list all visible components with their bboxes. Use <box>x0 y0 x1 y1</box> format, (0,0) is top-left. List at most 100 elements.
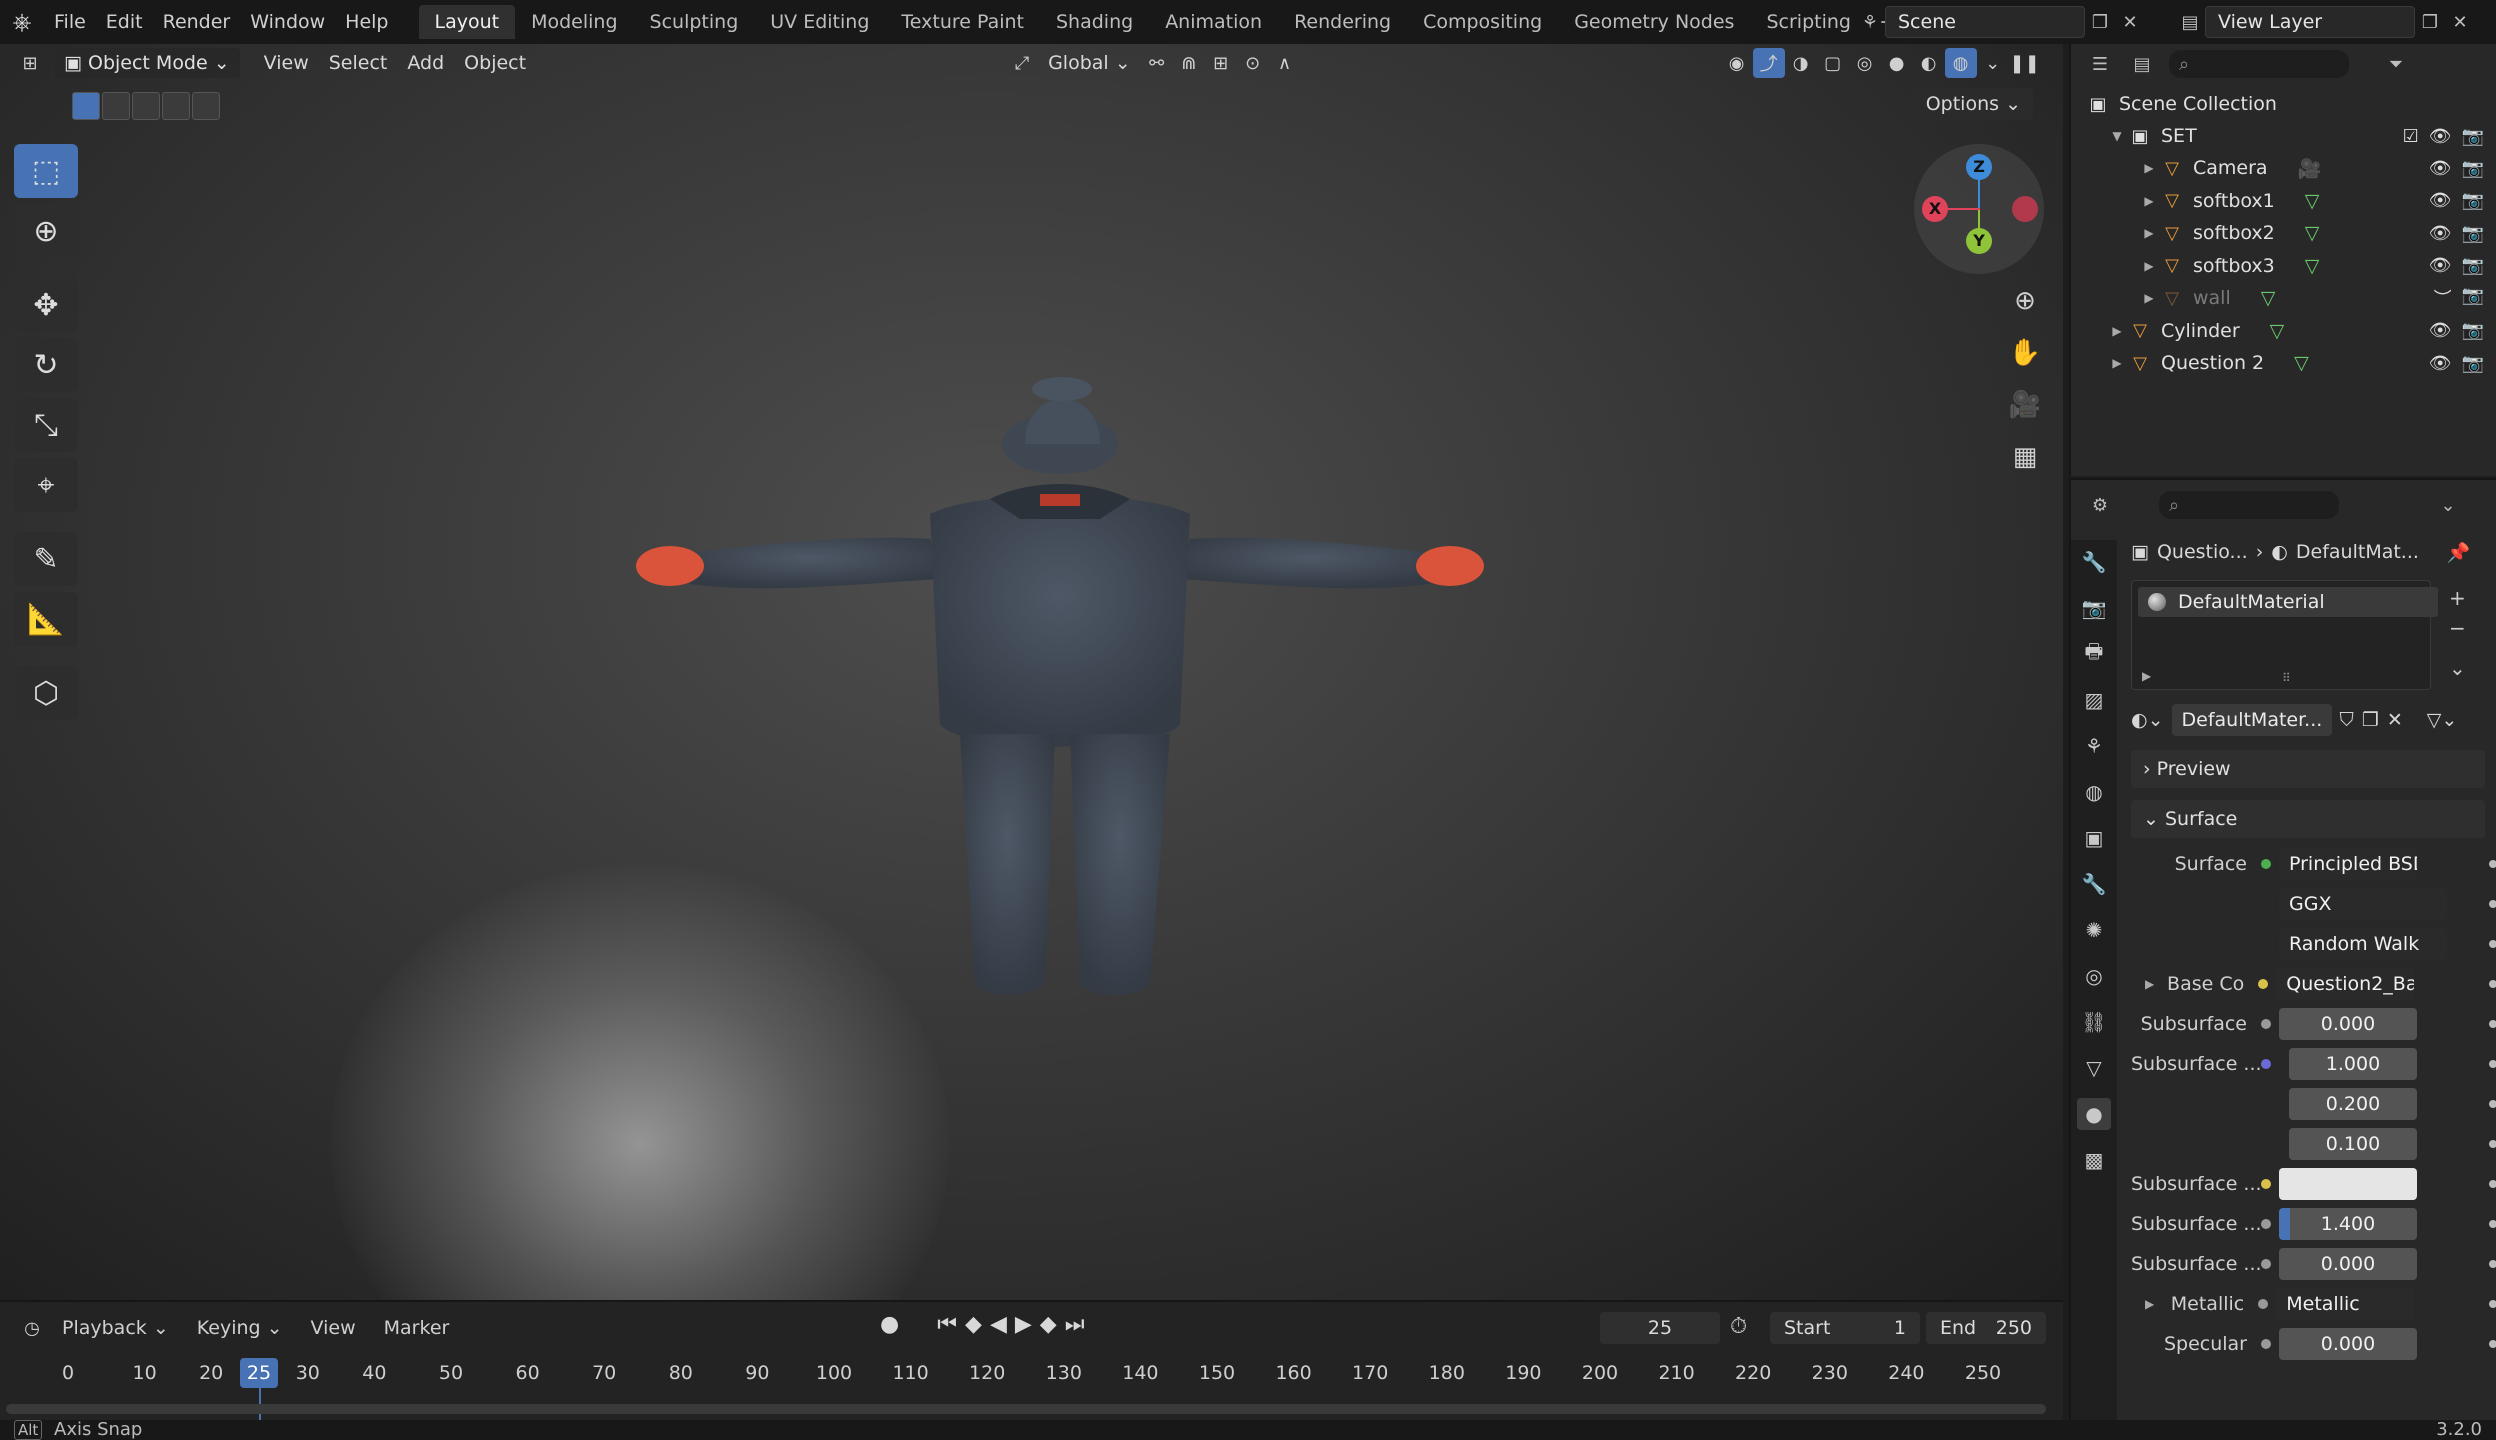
perspective-grid-icon[interactable]: ▦ <box>2008 440 2042 474</box>
expand-arrow-icon[interactable]: ▶ <box>2139 161 2159 175</box>
world-tab-icon[interactable]: ◍ <box>2077 776 2111 808</box>
outliner-item-softbox3[interactable]: ▶ ▽ softbox3 ▽ 👁 📷 <box>2071 250 2496 282</box>
render-camera-icon[interactable]: 📷 <box>2462 190 2484 211</box>
render-camera-icon[interactable]: 📷 <box>2462 320 2484 341</box>
cursor-tool-icon[interactable]: ⊕ <box>14 204 78 258</box>
property-value-field[interactable]: 0.100 <box>2289 1128 2417 1160</box>
eye-closed-icon[interactable]: ︶ <box>2434 285 2452 311</box>
eye-icon[interactable]: 👁 <box>2429 126 2452 147</box>
menu-help[interactable]: Help <box>335 0 398 44</box>
mesh-icon[interactable]: ▽ <box>2305 222 2320 244</box>
surface-panel-header[interactable]: ⌄ Surface <box>2131 800 2485 838</box>
delete-scene-icon[interactable]: ✕ <box>2115 7 2145 37</box>
scale-tool-icon[interactable]: ⤡ <box>14 398 78 452</box>
select-intersect-icon[interactable] <box>192 92 220 120</box>
preview-panel-header[interactable]: › Preview <box>2131 750 2485 788</box>
properties-options-icon[interactable]: ⌄ <box>2433 490 2463 520</box>
select-subtract-icon[interactable] <box>132 92 160 120</box>
property-value-field[interactable]: GGX <box>2279 888 2447 920</box>
property-value-field[interactable]: 0.000 <box>2279 1248 2417 1280</box>
outliner-item-wall[interactable]: ▶ ▽ wall ▽ ︶ 📷 <box>2071 282 2496 314</box>
playhead-frame-label[interactable]: 25 <box>240 1358 278 1388</box>
slot-menu-icon[interactable]: ⌄ <box>2449 656 2466 680</box>
start-frame-field[interactable]: Start 1 <box>1770 1312 1920 1344</box>
view-layer-icon[interactable]: ▤ <box>2175 7 2205 37</box>
camera-view-icon[interactable]: 🎥 <box>2008 388 2042 422</box>
transform-tool-icon[interactable]: ⌖ <box>14 458 78 512</box>
keyframe-dot-icon[interactable] <box>2489 1340 2496 1348</box>
socket-dot-icon[interactable] <box>2261 1139 2271 1149</box>
property-value-field[interactable]: 0.200 <box>2289 1088 2417 1120</box>
eye-icon[interactable]: 👁 <box>2429 320 2452 341</box>
rotate-tool-icon[interactable]: ↻ <box>14 338 78 392</box>
options-dropdown[interactable]: Options ⌄ <box>1913 88 2033 120</box>
scene-name-field[interactable]: Scene <box>1885 6 2085 38</box>
falloff-icon[interactable]: ∧ <box>1269 48 1301 78</box>
outliner-item-softbox2[interactable]: ▶ ▽ softbox2 ▽ 👁 📷 <box>2071 217 2496 249</box>
frame-ruler[interactable]: 0 10 20 30 40 50 60 70 80 90 100 110 120 130 140 150 160… <box>0 1362 2063 1394</box>
socket-dot-icon[interactable] <box>2261 859 2271 869</box>
socket-dot-icon[interactable] <box>2261 1179 2271 1189</box>
keyframe-dot-icon[interactable] <box>2489 1100 2496 1108</box>
pivot-point-icon[interactable]: ⚯ <box>1141 48 1173 78</box>
tab-rendering[interactable]: Rendering <box>1278 5 1407 39</box>
properties-editor-type-icon[interactable]: ⚙ <box>2085 490 2115 520</box>
eye-icon[interactable]: 👁 <box>2429 158 2452 179</box>
scene-icon[interactable]: ⚘ <box>1855 7 1885 37</box>
tab-geometry-nodes[interactable]: Geometry Nodes <box>1558 5 1750 39</box>
mesh-icon[interactable]: ▽ <box>2294 352 2309 374</box>
object-tab-icon[interactable]: ▣ <box>2077 822 2111 854</box>
keyframe-dot-icon[interactable] <box>2489 1220 2496 1228</box>
mesh-icon[interactable]: ▽ <box>2305 255 2320 277</box>
tab-scripting[interactable]: Scripting <box>1750 5 1867 39</box>
gizmo-z-axis[interactable]: Z <box>1966 154 1992 180</box>
blender-logo-icon[interactable]: ⎈ <box>0 0 44 44</box>
socket-dot-icon[interactable] <box>2261 1099 2271 1109</box>
record-icon[interactable]: ● <box>880 1312 899 1337</box>
tab-animation[interactable]: Animation <box>1149 5 1278 39</box>
property-value-field[interactable]: 1.400 <box>2279 1208 2417 1240</box>
timeline-editor-type-icon[interactable]: ◷ <box>16 1313 48 1343</box>
play-icon[interactable]: ▶ <box>1015 1312 1032 1337</box>
property-value-field[interactable]: 0.000 <box>2279 1328 2417 1360</box>
move-tool-icon[interactable]: ✥ <box>14 278 78 332</box>
select-box-tool-icon[interactable]: ⬚ <box>14 144 78 198</box>
socket-dot-icon[interactable] <box>2258 979 2269 989</box>
data-tab-icon[interactable]: ▽ <box>2077 1052 2111 1084</box>
new-view-layer-icon[interactable]: ❐ <box>2415 7 2445 37</box>
pause-render-icon[interactable]: ❚❚ <box>2009 48 2041 78</box>
socket-dot-icon[interactable] <box>2261 1019 2271 1029</box>
property-value-field[interactable] <box>2279 1168 2417 1200</box>
transform-orientation-dropdown[interactable]: Global ⌄ <box>1038 48 1141 78</box>
pan-hand-icon[interactable]: ✋ <box>2008 336 2042 370</box>
keyframe-dot-icon[interactable] <box>2489 1180 2496 1188</box>
expand-arrow-icon[interactable]: ▶ <box>2145 977 2154 991</box>
annotate-tool-icon[interactable]: ✎ <box>14 532 78 586</box>
play-reverse-icon[interactable]: ◀ <box>990 1312 1007 1337</box>
select-invert-icon[interactable] <box>162 92 190 120</box>
modifier-tab-icon[interactable]: 🔧 <box>2077 868 2111 900</box>
jump-end-icon[interactable]: ⏭ <box>1065 1312 1085 1337</box>
pin-icon[interactable]: 📌 <box>2447 541 2471 564</box>
socket-dot-icon[interactable] <box>2261 899 2271 909</box>
material-tab-icon[interactable]: ● <box>2077 1098 2111 1130</box>
unlink-material-icon[interactable]: ✕ <box>2387 709 2403 731</box>
expand-arrow-icon[interactable]: ▶ <box>2107 356 2127 370</box>
new-scene-icon[interactable]: ❐ <box>2085 7 2115 37</box>
mesh-icon[interactable]: ▽ <box>2305 190 2320 212</box>
select-new-icon[interactable] <box>72 92 100 120</box>
physics-tab-icon[interactable]: ◎ <box>2077 960 2111 992</box>
socket-dot-icon[interactable] <box>2261 1339 2271 1349</box>
timeline-menu-view[interactable]: View <box>297 1317 370 1339</box>
socket-dot-icon[interactable] <box>2261 939 2271 949</box>
select-extend-icon[interactable] <box>102 92 130 120</box>
timeline-menu-marker[interactable]: Marker <box>370 1317 464 1339</box>
xray-icon[interactable]: ▢ <box>1817 48 1849 78</box>
property-value-field[interactable]: Question2_Bas <box>2276 968 2415 1000</box>
tool-tab-icon[interactable]: 🔧 <box>2077 546 2111 578</box>
timeline-scrollbar[interactable] <box>6 1404 2046 1414</box>
expand-arrow-icon[interactable]: ▶ <box>2139 259 2159 273</box>
filter-icon[interactable]: ⏷ <box>2381 49 2411 79</box>
delete-view-layer-icon[interactable]: ✕ <box>2445 7 2475 37</box>
outliner-item-camera[interactable]: ▶ ▽ Camera 🎥 👁 📷 <box>2071 152 2496 184</box>
